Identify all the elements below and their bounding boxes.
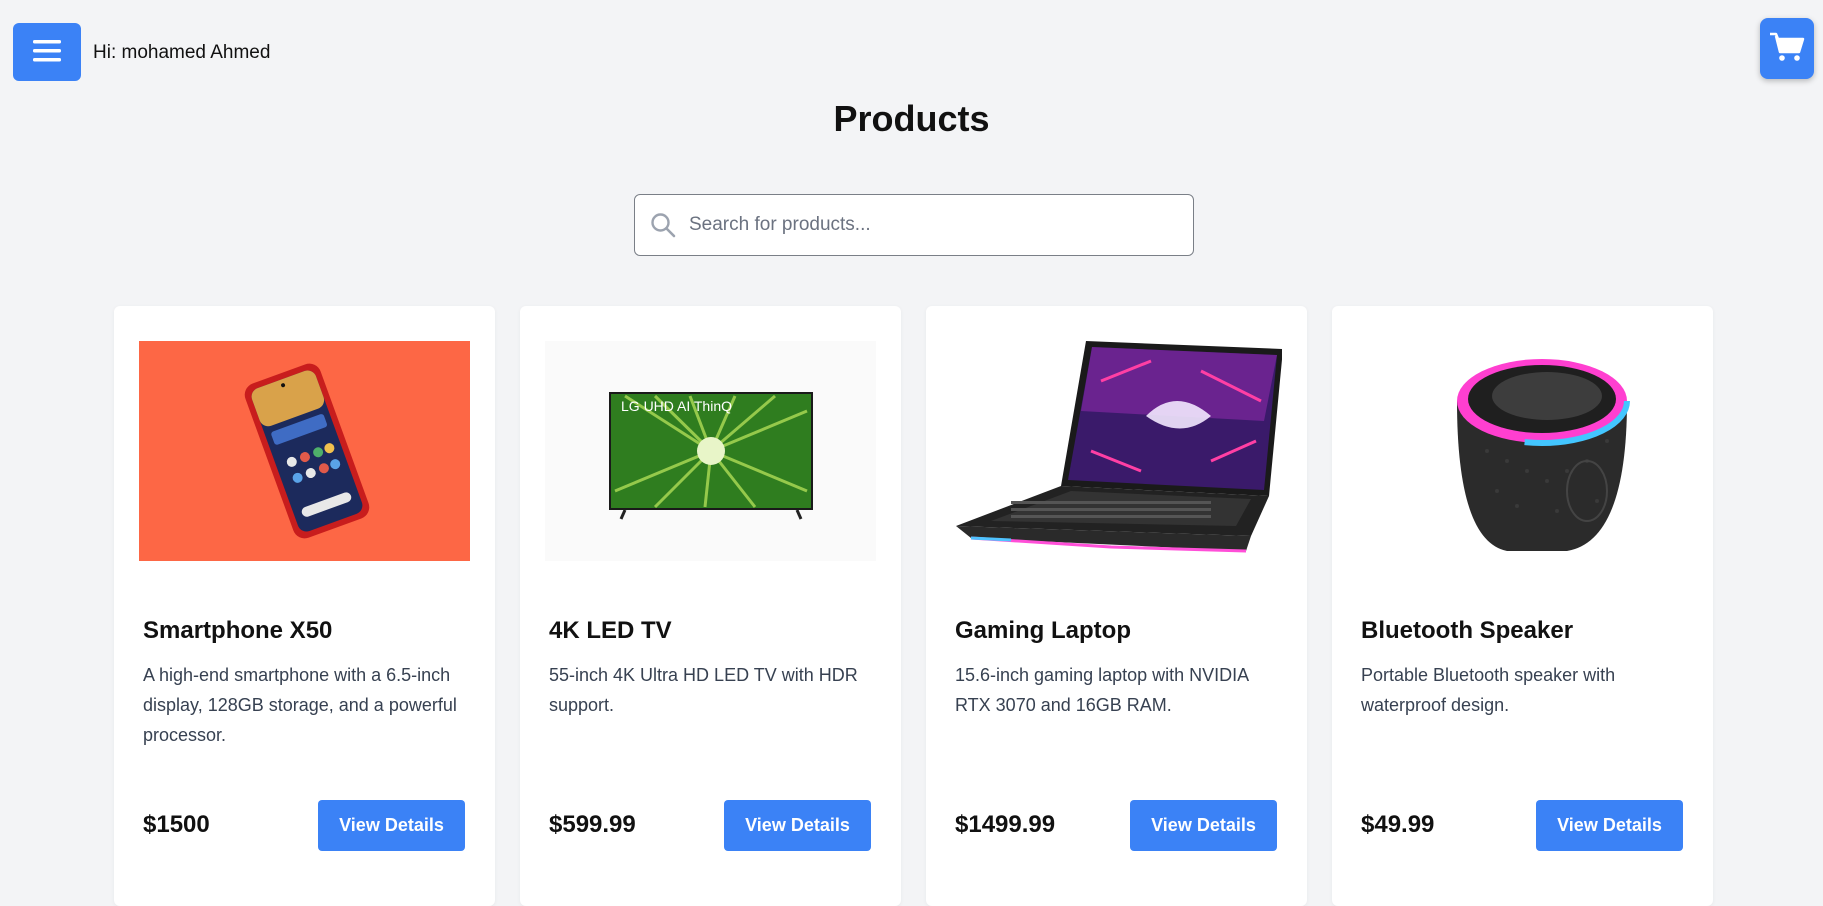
cart-button[interactable] [1760,18,1814,79]
menu-button[interactable] [13,23,81,81]
product-description: 55-inch 4K Ultra HD LED TV with HDR supp… [549,665,858,715]
shopping-cart-icon [1769,31,1805,66]
product-title: Smartphone X50 [143,617,333,644]
search-bar[interactable] [634,194,1194,256]
page-title: Products [833,98,990,139]
product-grid: Smartphone X50 A high-end smartphone wit… [114,306,1713,906]
product-price: $1499.99 [955,811,1056,838]
tv-image: LG UHD AI ThinQ [545,341,876,561]
hamburger-menu-icon [33,39,61,66]
product-description: 15.6-inch gaming laptop with NVIDIA RTX … [955,665,1249,715]
product-description: A high-end smartphone with a 6.5-inch di… [143,665,457,745]
view-details-button[interactable]: View Details [318,800,465,851]
product-price: $49.99 [1361,811,1435,838]
product-title: Bluetooth Speaker [1361,617,1574,644]
user-greeting: Hi: mohamed Ahmed [93,42,271,63]
tv-brand-text: LG UHD AI ThinQ [621,398,732,414]
product-price: $599.99 [549,811,636,838]
product-card: LG UHD AI ThinQ 4K LED TV 55-inch 4K Ult… [520,306,901,906]
smartphone-image [139,341,470,561]
search-input[interactable] [689,214,1169,236]
view-details-button[interactable]: View Details [724,800,871,851]
view-details-button[interactable]: View Details [1536,800,1683,851]
product-price: $1500 [143,811,210,838]
product-title: Gaming Laptop [955,617,1131,644]
laptop-image [951,341,1282,561]
product-card: Smartphone X50 A high-end smartphone wit… [114,306,495,906]
product-description: Portable Bluetooth speaker with waterpro… [1361,665,1616,715]
search-icon [649,211,677,239]
product-card: Bluetooth Speaker Portable Bluetooth spe… [1332,306,1713,906]
speaker-image [1357,341,1688,561]
view-details-button[interactable]: View Details [1130,800,1277,851]
product-card: Gaming Laptop 15.6-inch gaming laptop wi… [926,306,1307,906]
product-title: 4K LED TV [549,617,672,644]
